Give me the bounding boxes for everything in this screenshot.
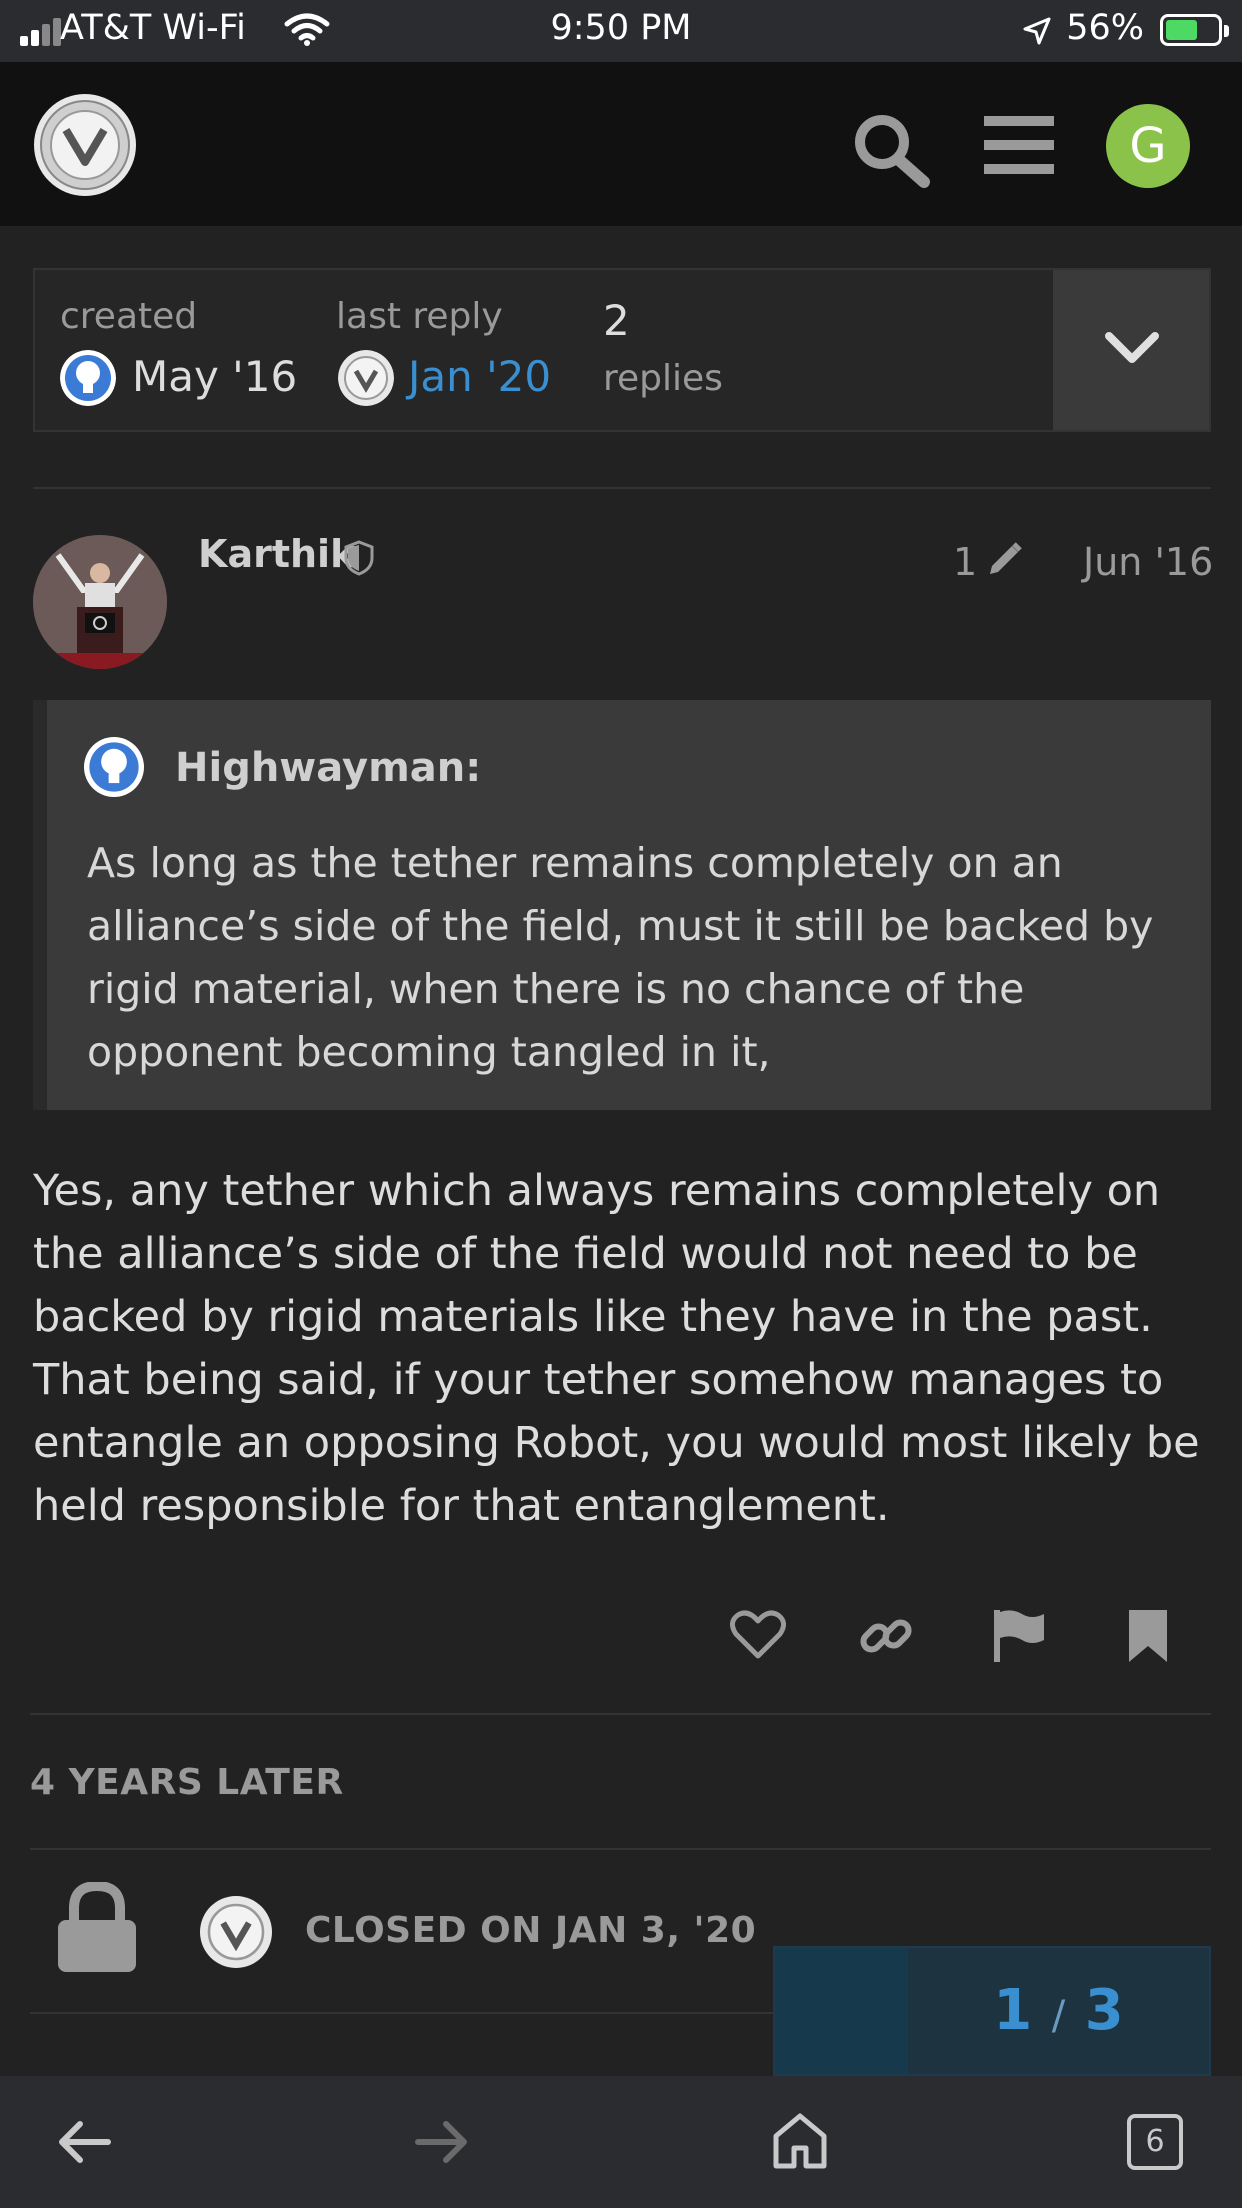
back-arrow-icon[interactable]	[56, 2118, 112, 2166]
quote-text: As long as the tether remains completely…	[87, 839, 1154, 1076]
last-reply-date[interactable]: Jan '20	[408, 352, 551, 401]
clock: 9:50 PM	[550, 8, 692, 48]
divider	[30, 1713, 1211, 1715]
topic-progress[interactable]: 1 / 3	[773, 1946, 1211, 2076]
closed-notice: CLOSED ON JAN 3, '20	[305, 1910, 757, 1951]
created-date: May '16	[132, 352, 298, 401]
bookmark-icon[interactable]	[1127, 1608, 1169, 1664]
battery-percent: 56%	[1066, 8, 1144, 48]
divider	[33, 487, 1211, 489]
replies-label: replies	[603, 358, 723, 399]
pencil-icon[interactable]	[984, 540, 1024, 580]
site-logo[interactable]	[32, 92, 138, 198]
edit-count[interactable]: 1	[953, 540, 977, 584]
tabs-count-button[interactable]: 6	[1127, 2114, 1183, 2170]
chevron-down-icon	[1105, 332, 1159, 363]
home-icon[interactable]	[772, 2112, 828, 2170]
creator-avatar[interactable]	[60, 350, 116, 406]
browser-toolbar	[0, 2076, 1242, 2208]
progress-total: 3	[1084, 1978, 1124, 2043]
battery-icon	[1160, 14, 1229, 46]
post-author-avatar[interactable]	[33, 535, 167, 669]
last-reply-avatar[interactable]	[338, 350, 394, 406]
progress-separator: /	[1051, 1993, 1066, 2039]
progress-fill	[775, 1948, 908, 2074]
status-bar: AT&T Wi-Fi 9:50 PM 56%	[0, 0, 1242, 62]
last-reply-label: last reply	[336, 296, 503, 337]
created-label: created	[60, 296, 198, 337]
post-date[interactable]: Jun '16	[1083, 540, 1213, 584]
site-header	[0, 62, 1242, 226]
like-heart-icon[interactable]	[730, 1610, 786, 1660]
share-link-icon[interactable]	[858, 1608, 914, 1664]
post-body: Yes, any tether which always remains com…	[33, 1166, 1200, 1531]
closer-avatar[interactable]	[200, 1896, 272, 1968]
topic-map	[33, 268, 1211, 432]
divider	[30, 2012, 773, 2014]
post-author-username[interactable]: Karthik	[198, 532, 355, 576]
hamburger-menu-icon[interactable]	[984, 114, 1054, 176]
quote-author-avatar[interactable]	[84, 737, 144, 797]
divider	[30, 1848, 1211, 1850]
moderator-shield-icon	[344, 540, 374, 576]
topic-map-expand-button[interactable]	[1053, 270, 1209, 430]
time-gap-label: 4 YEARS LATER	[30, 1762, 344, 1803]
location-arrow-icon	[1023, 17, 1051, 45]
progress-current: 1	[993, 1978, 1033, 2043]
replies-count: 2	[603, 296, 630, 345]
current-user-avatar[interactable]: G	[1106, 104, 1190, 188]
search-icon[interactable]	[850, 112, 932, 188]
flag-icon[interactable]	[992, 1608, 1046, 1664]
progress-counter: 1 / 3	[908, 1978, 1209, 2043]
lock-icon	[58, 1882, 136, 1972]
forward-arrow-icon[interactable]	[414, 2118, 470, 2166]
quote-author-name: Highwayman:	[175, 745, 482, 791]
